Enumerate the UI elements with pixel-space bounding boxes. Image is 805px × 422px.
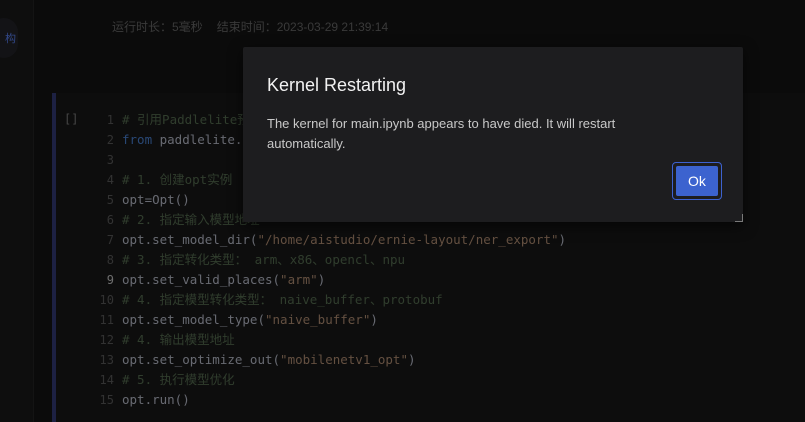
dialog-message: The kernel for main.ipynb appears to hav… <box>267 116 616 151</box>
kernel-restart-dialog: Kernel Restarting The kernel for main.ip… <box>243 47 743 222</box>
ok-button[interactable]: Ok <box>672 162 722 200</box>
resize-handle-icon[interactable] <box>735 214 743 222</box>
dialog-title: Kernel Restarting <box>267 75 407 95</box>
ok-button-label: Ok <box>676 166 718 196</box>
